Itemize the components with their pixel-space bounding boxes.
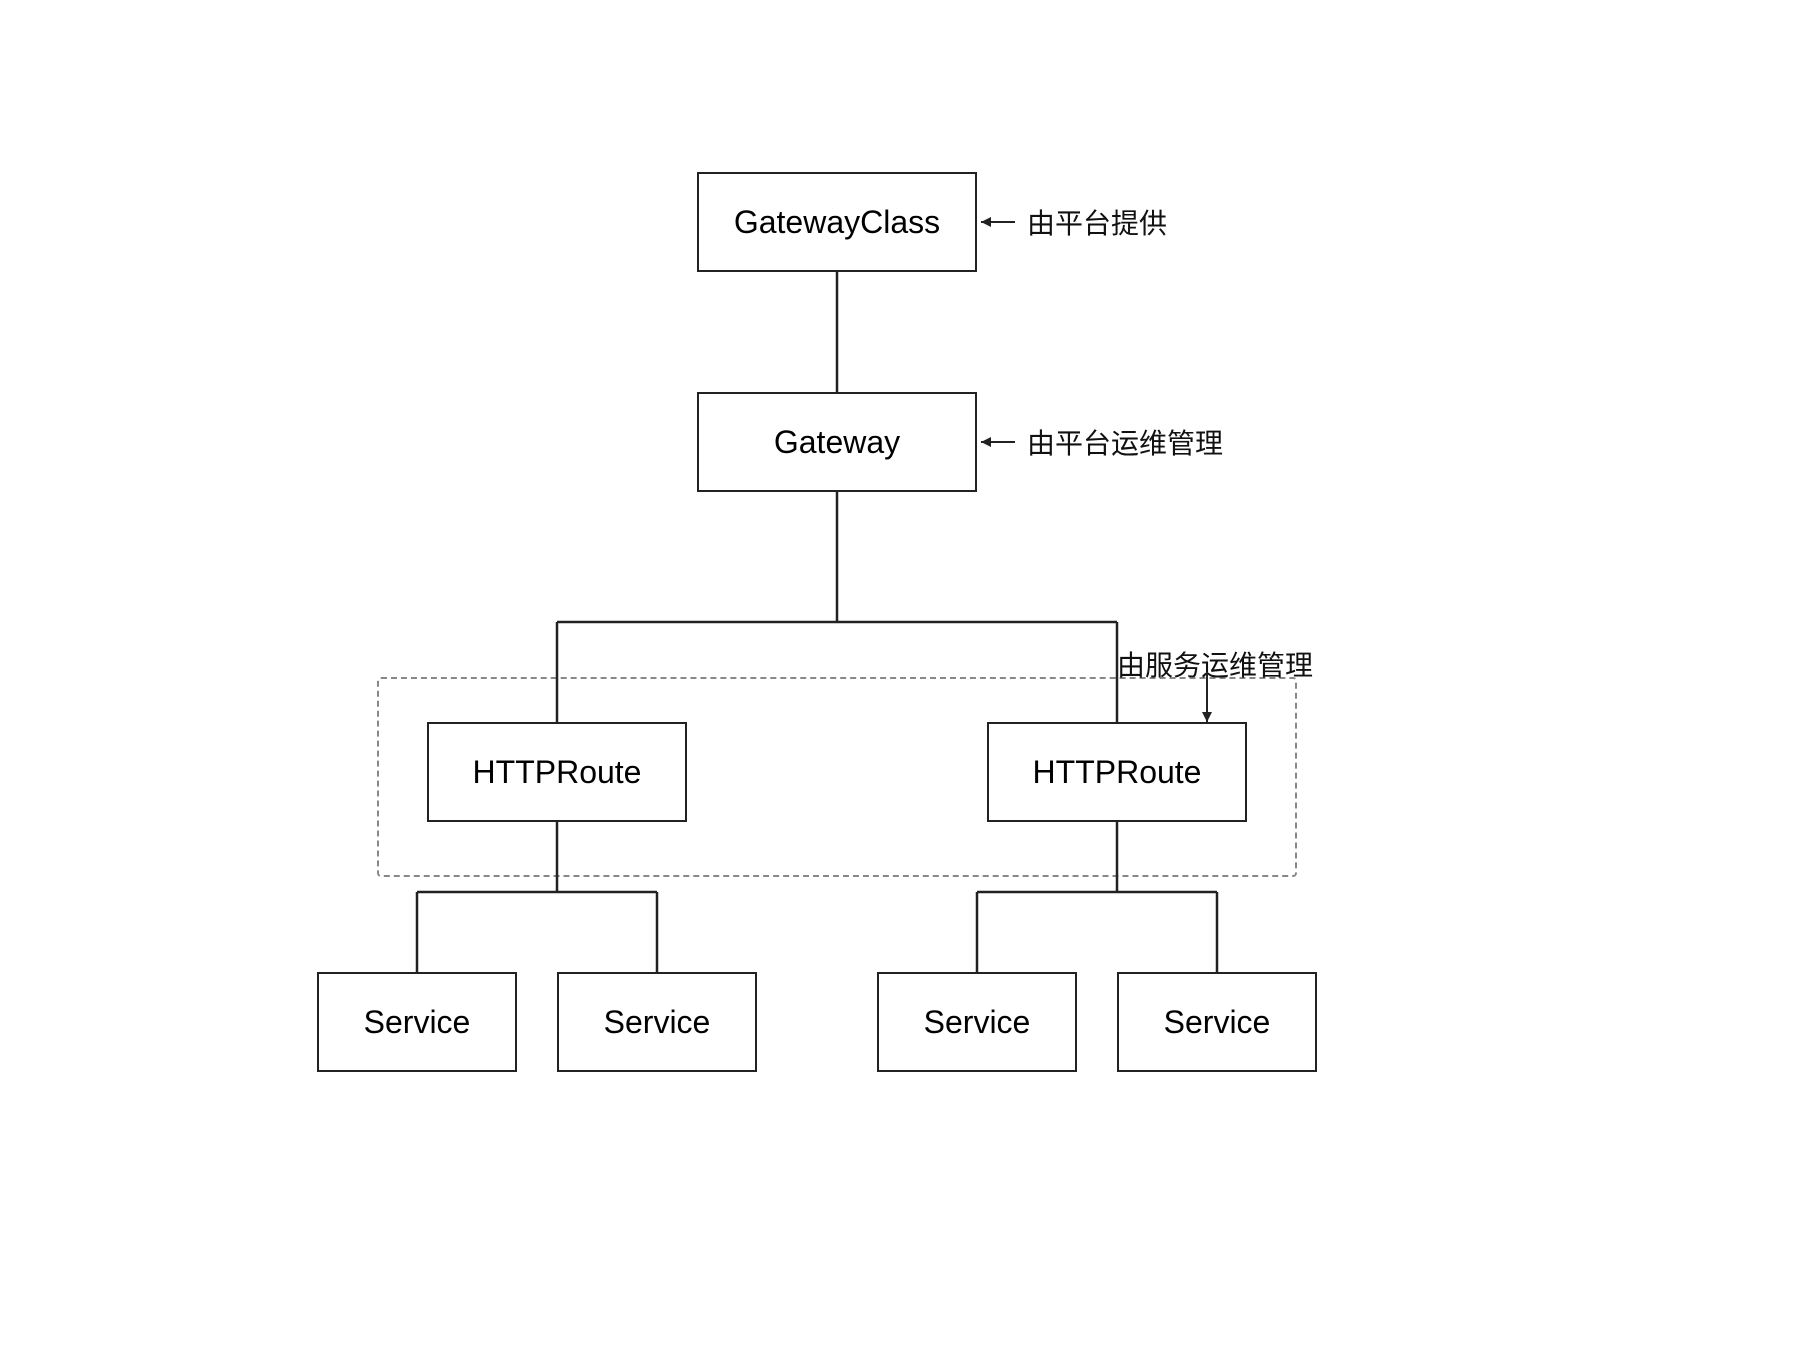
service3-node: Service (877, 972, 1077, 1072)
gateway-node: Gateway (697, 392, 977, 492)
diagram-container: GatewayClass Gateway HTTPRoute HTTPRoute… (297, 132, 1497, 1232)
service1-label: Service (364, 1004, 471, 1041)
httproute1-node: HTTPRoute (427, 722, 687, 822)
service4-label: Service (1164, 1004, 1271, 1041)
gatewayclass-node: GatewayClass (697, 172, 977, 272)
httproute1-label: HTTPRoute (473, 754, 642, 791)
service3-label: Service (924, 1004, 1031, 1041)
httproute2-label: HTTPRoute (1033, 754, 1202, 791)
service-annotation: 由服务运维管理 (1117, 644, 1313, 684)
service2-label: Service (604, 1004, 711, 1041)
service4-node: Service (1117, 972, 1317, 1072)
gateway-annotation: 由平台运维管理 (1027, 422, 1223, 462)
gateway-label: Gateway (774, 424, 900, 461)
httproute2-node: HTTPRoute (987, 722, 1247, 822)
gatewayclass-annotation: 由平台提供 (1027, 202, 1167, 242)
service2-node: Service (557, 972, 757, 1072)
gatewayclass-label: GatewayClass (734, 204, 940, 241)
service1-node: Service (317, 972, 517, 1072)
